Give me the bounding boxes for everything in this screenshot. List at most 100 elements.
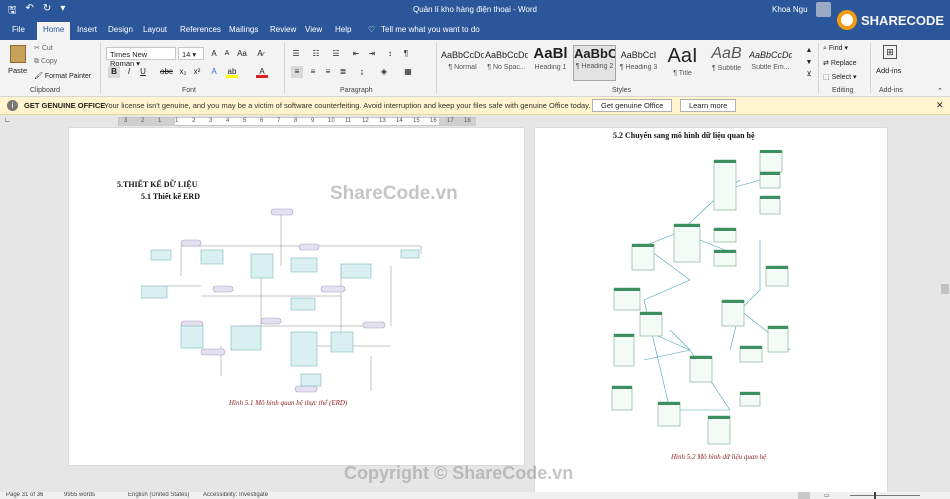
paste-button[interactable]: Paste: [8, 66, 27, 75]
tab-review[interactable]: Review: [270, 25, 296, 34]
horizontal-ruler[interactable]: 3 2 1 1 2 3 4 5 6 7 8 9 10 11 12 13 14 15 16 17 18: [118, 117, 476, 126]
page-count[interactable]: Page 31 of 36: [6, 492, 43, 498]
font-size-select[interactable]: 14 ▾: [178, 47, 204, 60]
style-tile[interactable]: AaB ¶ Subtitle: [705, 45, 748, 81]
style-name: ¶ Heading 3: [619, 64, 658, 71]
borders-icon[interactable]: ▦: [402, 66, 414, 78]
tab-home[interactable]: Home: [37, 22, 71, 40]
replace-button[interactable]: ⇄ Replace: [823, 59, 857, 67]
avatar[interactable]: [816, 2, 831, 17]
align-right-icon[interactable]: ≡: [322, 66, 334, 78]
status-bar: Page 31 of 36 9955 words English (United…: [0, 492, 950, 499]
tab-help[interactable]: Help: [335, 25, 351, 34]
shading-icon[interactable]: ◈: [378, 66, 390, 78]
zoom-slider[interactable]: [850, 495, 920, 496]
message-heading: GET GENUINE OFFICE: [24, 101, 106, 110]
tab-design[interactable]: Design: [108, 25, 133, 34]
style-tile[interactable]: AaBbCcDd ¶ Normal: [441, 45, 484, 81]
highlight-icon[interactable]: ab: [226, 66, 238, 78]
bullets-icon[interactable]: ☰: [290, 48, 302, 60]
styles-scroll-down-icon[interactable]: ▼: [803, 57, 815, 69]
relational-diagram: [611, 150, 791, 445]
ruler-tick-label: 6: [260, 118, 264, 124]
format-painter-button[interactable]: 🖌 Format Painter: [34, 72, 91, 80]
word-count[interactable]: 9955 words: [64, 492, 95, 498]
paste-icon[interactable]: [10, 45, 26, 63]
font-color-icon[interactable]: A: [256, 66, 268, 78]
multilevel-list-icon[interactable]: ☱: [330, 48, 342, 60]
tab-selector-icon[interactable]: ∟: [4, 117, 11, 124]
shrink-font-icon[interactable]: A: [221, 48, 233, 60]
style-tile[interactable]: AaBl Heading 1: [529, 45, 572, 81]
increase-indent-icon[interactable]: ⇥: [366, 48, 378, 60]
addins-button[interactable]: Add-ins: [876, 66, 901, 75]
change-case-icon[interactable]: Aa: [236, 48, 248, 60]
vertical-scrollbar[interactable]: [940, 128, 950, 492]
justify-icon[interactable]: ≣: [337, 66, 349, 78]
cut-button[interactable]: ✂ Cut: [34, 44, 53, 52]
get-genuine-button[interactable]: Get genuine Office: [592, 99, 673, 112]
collapse-ribbon-icon[interactable]: ⌃: [937, 87, 943, 95]
ruler-tick-label: 14: [396, 118, 403, 124]
tell-me-box[interactable]: Tell me what you want to do: [381, 25, 480, 34]
font-name-select[interactable]: Times New Roman ▾: [106, 47, 176, 68]
style-name: ¶ Subtitle: [711, 65, 742, 72]
clear-formatting-icon[interactable]: A̷: [254, 48, 266, 60]
tab-insert[interactable]: Insert: [77, 25, 97, 34]
bold-button[interactable]: B: [108, 66, 120, 78]
close-icon[interactable]: ✕: [936, 100, 944, 111]
grow-font-icon[interactable]: A: [208, 48, 220, 60]
copy-icon: ⧉: [34, 58, 41, 65]
web-layout-icon[interactable]: ▭: [824, 492, 830, 499]
copy-button[interactable]: ⧉ Copy: [34, 58, 57, 66]
style-sample: AaB: [711, 45, 742, 62]
style-tile[interactable]: AaBbCcDd Subtle Em...: [749, 45, 792, 81]
find-button[interactable]: ⌕ Find ▾: [823, 44, 848, 53]
numbering-icon[interactable]: ☷: [310, 48, 322, 60]
underline-button[interactable]: U: [137, 66, 149, 78]
superscript-button[interactable]: x²: [191, 66, 203, 78]
addins-group-label: Add-ins: [879, 87, 903, 94]
clipboard-group-label: Clipboard: [30, 87, 60, 94]
style-tile[interactable]: AaI ¶ Title: [661, 45, 704, 81]
style-tile[interactable]: AaBbC ¶ Heading 2: [573, 45, 616, 81]
language-status[interactable]: English (United States): [128, 492, 189, 498]
ribbon-tabs: File Home Insert Design Layout Reference…: [0, 20, 950, 40]
tab-references[interactable]: References: [180, 25, 221, 34]
lightbulb-icon: ♡: [368, 25, 376, 34]
tab-view[interactable]: View: [305, 25, 322, 34]
paragraph-group-label: Paragraph: [340, 87, 373, 94]
style-tile[interactable]: AaBbCcDd ¶ No Spac...: [485, 45, 528, 81]
ruler-tick-label: 3: [124, 118, 128, 124]
scroll-thumb[interactable]: [941, 284, 949, 294]
line-spacing-icon[interactable]: ↨: [356, 66, 368, 78]
select-button[interactable]: ⬚ Select ▾: [823, 73, 857, 81]
tab-layout[interactable]: Layout: [143, 25, 167, 34]
ruler-tick-label: 9: [311, 118, 315, 124]
decrease-indent-icon[interactable]: ⇤: [350, 48, 362, 60]
figure-caption: Hình 5.2 Mô hình dữ liệu quan hệ: [671, 453, 767, 461]
tab-file[interactable]: File: [12, 25, 25, 34]
document-page-2[interactable]: 5.2 Chuyển sang mô hình dữ liệu quan hệ: [535, 128, 887, 492]
user-name[interactable]: Khoa Ngu: [772, 5, 808, 14]
text-effects-icon[interactable]: A: [208, 66, 220, 78]
zoom-slider-thumb[interactable]: [874, 492, 876, 499]
addins-icon[interactable]: ⊞: [883, 45, 897, 59]
sort-icon[interactable]: ↕: [384, 48, 396, 60]
tab-mailings[interactable]: Mailings: [229, 25, 258, 34]
styles-scroll-up-icon[interactable]: ▲: [803, 45, 815, 57]
align-center-icon[interactable]: ≡: [307, 66, 319, 78]
subscript-button[interactable]: x₂: [177, 66, 189, 78]
learn-more-button[interactable]: Learn more: [680, 99, 737, 112]
styles-more-icon[interactable]: ⊻: [803, 69, 815, 81]
strikethrough-button[interactable]: abc: [160, 66, 173, 78]
align-left-icon[interactable]: ≡: [291, 66, 303, 78]
accessibility-status[interactable]: Accessibility: Investigate: [203, 492, 268, 498]
show-marks-icon[interactable]: ¶: [400, 48, 412, 60]
italic-button[interactable]: I: [123, 66, 135, 78]
document-page-1[interactable]: 5.THIẾT KẾ DỮ LIỆU 5.1 Thiết kế ERD Hình…: [69, 128, 524, 465]
style-tile[interactable]: AaBbCcI ¶ Heading 3: [617, 45, 660, 81]
ruler-tick-label: 12: [362, 118, 369, 124]
print-layout-icon[interactable]: [798, 492, 810, 499]
subsection-heading: 5.2 Chuyển sang mô hình dữ liệu quan hệ: [613, 131, 755, 140]
